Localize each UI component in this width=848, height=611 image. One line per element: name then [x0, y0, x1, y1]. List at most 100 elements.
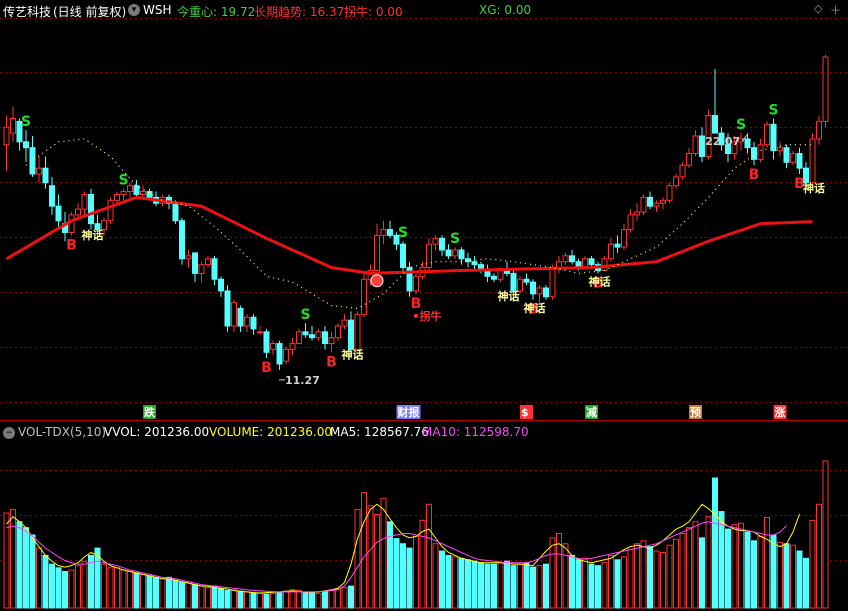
guainiu-dot — [414, 313, 418, 318]
shenhua-mark: 神话 — [524, 301, 546, 315]
volume-bar — [159, 578, 166, 609]
candle-body — [601, 258, 608, 271]
candle-body — [23, 141, 29, 149]
candle-body — [341, 319, 348, 327]
volume-bar — [679, 532, 686, 609]
volume-bar — [315, 592, 322, 609]
header-value: XG: 0.00 — [479, 3, 532, 17]
minus-icon[interactable]: − — [3, 427, 15, 439]
candle-body — [49, 185, 55, 207]
candle-body — [231, 302, 237, 327]
candle-body — [647, 196, 653, 207]
candle-body — [218, 278, 224, 292]
sell-signal: S — [736, 117, 746, 133]
volume-bar — [543, 563, 549, 609]
volume-bar — [601, 562, 608, 609]
volume-bar — [36, 547, 42, 609]
candle-body — [3, 126, 10, 146]
shenhua-mark: 神话 — [82, 228, 104, 242]
gear-dropdown-icon[interactable]: ▾ — [128, 4, 140, 16]
candle-body — [790, 153, 796, 163]
candle-body — [751, 147, 757, 160]
candle-body — [309, 334, 315, 339]
candle-body — [29, 147, 36, 175]
volume-bar — [497, 562, 504, 609]
candle-body — [289, 343, 296, 350]
volume-bar — [328, 589, 335, 609]
candle-body — [270, 343, 276, 350]
volume-bar — [744, 531, 751, 609]
volume-bar — [140, 573, 146, 609]
trend-ball-icon — [370, 274, 384, 288]
plus-icon[interactable]: ＋ — [830, 2, 841, 18]
volume-bar — [114, 567, 120, 609]
candle-body — [146, 191, 153, 198]
volume-bar — [504, 560, 510, 609]
candle-body — [686, 153, 692, 166]
price-low-label: 11.27 — [285, 374, 320, 387]
period-label: (日线 前复权) — [53, 5, 127, 19]
volume-bar — [107, 567, 114, 609]
event-tag: 减 — [586, 405, 597, 419]
guainiu-mark: 拐牛 — [420, 309, 442, 323]
volume-bar — [348, 585, 354, 609]
sell-signal: S — [300, 307, 310, 323]
buy-signal: B — [326, 354, 337, 370]
volume-value: MA10: 112598.70 — [422, 425, 529, 439]
indicator-name: WSH — [143, 3, 172, 17]
sell-signal: S — [398, 225, 408, 241]
volume-bar — [432, 543, 439, 609]
candle-body — [55, 205, 62, 222]
candle-body — [387, 229, 393, 236]
volume-bar — [55, 567, 62, 609]
candle-body — [627, 214, 634, 231]
candle-body — [198, 264, 205, 274]
chart-canvas[interactable]: SBSBSBSBSBBSBSB神话神话神话神话神话神话拐牛22.0711.27跌… — [0, 0, 848, 611]
candle-body — [192, 252, 198, 274]
volume-bar — [751, 540, 757, 609]
candle-body — [257, 331, 263, 334]
candle-body — [315, 331, 322, 339]
volume-value: VVOL: 201236.00 — [104, 425, 210, 439]
candle-body — [439, 237, 445, 251]
volume-bar — [614, 559, 621, 609]
candle-body — [523, 278, 530, 283]
volume-bar — [257, 592, 263, 609]
candle-body — [237, 307, 244, 327]
candle-body — [549, 267, 556, 298]
volume-bar — [530, 566, 536, 609]
candle-body — [296, 331, 302, 345]
volume-bar — [250, 592, 257, 609]
volume-bar — [777, 541, 783, 609]
candle-body — [42, 167, 49, 184]
candle-body — [114, 193, 120, 201]
volume-bar — [484, 563, 491, 609]
volume-bar — [179, 581, 185, 609]
volume-value: VOLUME: 201236.00 — [209, 425, 332, 439]
volume-bar — [302, 591, 309, 609]
volume-bar — [666, 544, 673, 609]
candle-body — [458, 249, 465, 260]
volume-bar — [621, 556, 627, 609]
volume-bar — [608, 554, 614, 609]
candle-body — [36, 167, 42, 175]
volume-bar — [387, 521, 393, 609]
volume-bar — [764, 516, 770, 609]
candle-body — [692, 135, 699, 155]
candle-body — [250, 316, 257, 330]
candle-body — [75, 208, 81, 216]
volume-bar — [361, 492, 367, 609]
candle-body — [536, 287, 543, 295]
volume-bar — [62, 570, 68, 609]
candle-body — [640, 196, 647, 213]
price-panel — [3, 55, 829, 370]
volume-bar — [120, 569, 127, 609]
header-value: 长期趋势: 16.37 — [254, 5, 345, 19]
candle-body — [588, 258, 595, 266]
volume-bar — [406, 547, 413, 609]
candle-body — [88, 193, 94, 225]
volume-bar — [172, 579, 179, 609]
volume-bar — [263, 593, 270, 609]
volume-bar — [705, 516, 712, 609]
diamond-icon[interactable]: ◇ — [814, 2, 822, 15]
